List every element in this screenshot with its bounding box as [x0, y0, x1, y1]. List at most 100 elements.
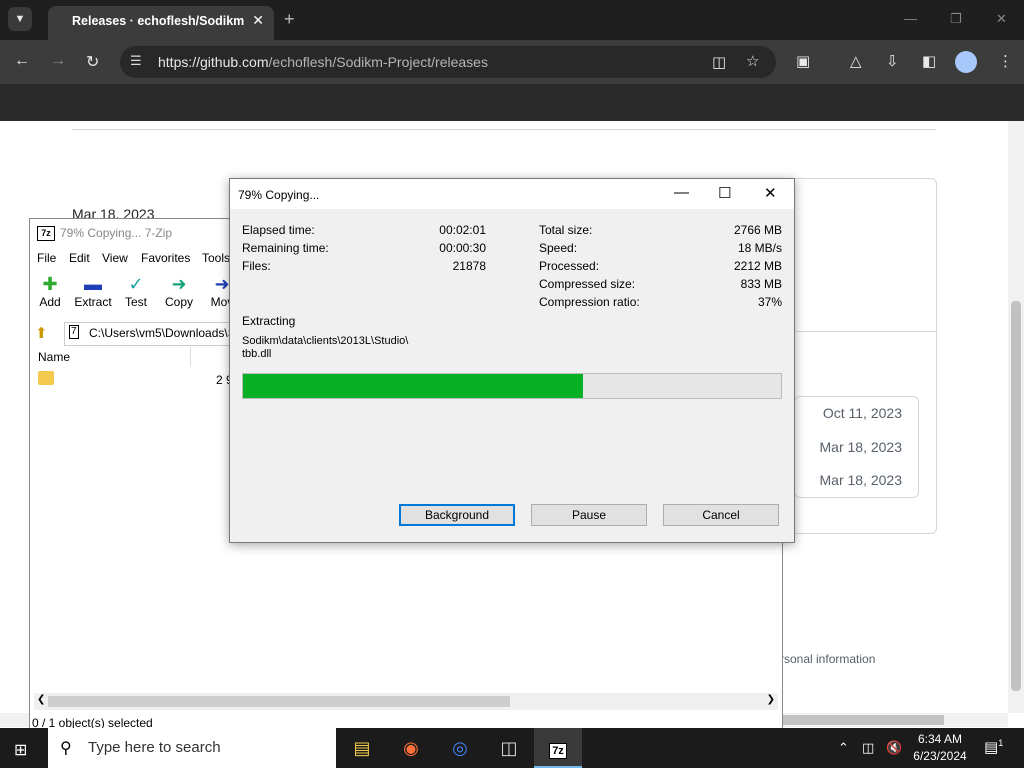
- clock-date: 6/23/2024: [913, 749, 967, 763]
- install-app-icon[interactable]: ◫: [712, 53, 726, 71]
- url-text[interactable]: https://github.com/echoflesh/Sodikm-Proj…: [158, 54, 488, 70]
- add-button[interactable]: ✚ Add: [30, 273, 70, 309]
- column-separator[interactable]: [190, 347, 191, 367]
- restore-icon[interactable]: ❐: [950, 11, 962, 27]
- personal-info-link[interactable]: rsonal information: [780, 652, 875, 666]
- menu-edit[interactable]: Edit: [69, 251, 90, 265]
- scroll-right-icon[interactable]: ❯: [767, 694, 775, 705]
- extract-label: Extract: [74, 295, 112, 309]
- show-hidden-icons-icon[interactable]: ⌃: [838, 740, 849, 756]
- bookmark-star-icon[interactable]: ☆: [746, 52, 759, 70]
- 7zip-scroll-thumb[interactable]: [48, 696, 510, 707]
- menu-tools[interactable]: Tools: [202, 251, 230, 265]
- notification-count: 1: [998, 738, 1004, 748]
- release-date-item[interactable]: Mar 18, 2023: [820, 439, 903, 455]
- dialog-maximize-icon[interactable]: ☐: [718, 184, 731, 202]
- start-windows-icon[interactable]: ⊞: [14, 740, 27, 760]
- url-path: /echoflesh/Sodikm-Project/releases: [268, 54, 488, 70]
- url-host: https://github.com: [158, 54, 269, 70]
- menu-favorites[interactable]: Favorites: [141, 251, 190, 265]
- labs-flask-icon[interactable]: △: [850, 52, 862, 70]
- side-panel-icon[interactable]: ◧: [922, 52, 936, 70]
- total-size-value: 2766 MB: [733, 223, 782, 237]
- extensions-icon[interactable]: ▣: [796, 52, 810, 70]
- release-dates-box: Oct 11, 2023 Mar 18, 2023 Mar 18, 2023: [794, 396, 919, 498]
- copy-button[interactable]: ➜ Copy: [159, 273, 199, 309]
- address-bar[interactable]: ☰ https://github.com/echoflesh/Sodikm-Pr…: [120, 46, 776, 78]
- taskbar-clock[interactable]: 6:34 AM 6/23/2024: [908, 731, 972, 765]
- copy-icon: ➜: [171, 274, 187, 294]
- processed-value: 2212 MB: [733, 259, 782, 273]
- forward-icon[interactable]: →: [50, 52, 66, 70]
- browser-toolbar: ← → ↻ ☰ https://github.com/echoflesh/Sod…: [0, 40, 1024, 84]
- dialog-title-bar[interactable]: 79% Copying... — ☐ ✕: [230, 179, 794, 209]
- background-button[interactable]: Background: [399, 504, 515, 526]
- folder-icon[interactable]: [38, 371, 54, 385]
- network-icon[interactable]: ◫: [862, 740, 874, 756]
- current-file-path: Sodikm\data\clients\2013L\Studio\: [242, 335, 409, 347]
- tab-close-icon[interactable]: ✕: [252, 12, 264, 29]
- card-divider: [781, 331, 936, 332]
- browser-strip: [0, 84, 1024, 121]
- close-window-icon[interactable]: ✕: [996, 11, 1007, 27]
- tab-title: Releases · echoflesh/Sodikm-Project/rele…: [72, 14, 244, 28]
- speed-label: Speed:: [539, 241, 578, 255]
- 7zip-taskbar-icon: 7z: [549, 743, 567, 759]
- dialog-close-icon[interactable]: ✕: [764, 184, 777, 202]
- compression-ratio-label: Compression ratio:: [539, 295, 640, 309]
- name-column-header[interactable]: Name: [38, 350, 70, 364]
- page-vertical-scroll-thumb[interactable]: [1011, 301, 1021, 691]
- taskbar-search-box[interactable]: ⚲ Type here to search: [48, 728, 336, 768]
- release-date-item[interactable]: Oct 11, 2023: [823, 405, 902, 421]
- test-button[interactable]: ✓ Test: [116, 273, 156, 309]
- profile-avatar[interactable]: [955, 51, 977, 73]
- taskbar: ⊞ ⚲ Type here to search ▤ ◉ ◎ ◫ 7z ⌃ ◫ 🔇…: [0, 728, 1024, 768]
- page-horizontal-scroll-thumb[interactable]: [780, 715, 944, 725]
- cancel-button[interactable]: Cancel: [663, 504, 779, 526]
- network-app-icon[interactable]: ◫: [485, 728, 533, 768]
- downloads-icon[interactable]: ⇩: [886, 52, 899, 70]
- page-vertical-scrollbar[interactable]: [1008, 121, 1024, 713]
- release-date-item[interactable]: Mar 18, 2023: [820, 472, 903, 488]
- menu-file[interactable]: File: [37, 251, 56, 265]
- dialog-minimize-icon[interactable]: —: [674, 184, 689, 201]
- copying-dialog: 79% Copying... — ☐ ✕ Elapsed time: 00:02…: [229, 178, 795, 543]
- scroll-left-icon[interactable]: ❮: [37, 694, 45, 705]
- total-size-label: Total size:: [539, 223, 593, 237]
- new-tab-button[interactable]: +: [284, 9, 295, 30]
- compressed-size-value: 833 MB: [740, 277, 782, 291]
- speed-value: 18 MB/s: [737, 241, 782, 255]
- search-icon: ⚲: [60, 740, 72, 757]
- firefox-icon[interactable]: ◉: [387, 728, 435, 768]
- site-info-icon[interactable]: ☰: [130, 53, 142, 69]
- up-folder-icon[interactable]: ⬆: [35, 324, 48, 342]
- extracting-label: Extracting: [242, 314, 296, 328]
- browser-tab-bar: ▼ Releases · echoflesh/Sodikm-Project/re…: [0, 0, 1024, 40]
- menu-view[interactable]: View: [102, 251, 128, 265]
- browser-tab[interactable]: Releases · echoflesh/Sodikm-Project/rele…: [48, 6, 274, 40]
- copy-label: Copy: [164, 295, 193, 309]
- files-label: Files:: [242, 259, 271, 273]
- 7zip-taskbar-app[interactable]: 7z: [534, 728, 582, 768]
- progress-fill: [243, 374, 584, 398]
- 7zip-horizontal-scrollbar[interactable]: ❮ ❯: [34, 693, 778, 710]
- dialog-title: 79% Copying...: [238, 188, 320, 202]
- back-icon[interactable]: ←: [14, 52, 30, 70]
- reload-icon[interactable]: ↻: [86, 52, 99, 72]
- files-value: 21878: [452, 259, 486, 273]
- remaining-time-label: Remaining time:: [242, 241, 329, 255]
- minimize-icon[interactable]: —: [904, 11, 917, 26]
- elapsed-time-value: 00:02:01: [439, 223, 486, 237]
- chrome-icon[interactable]: ◎: [436, 728, 484, 768]
- volume-muted-icon[interactable]: 🔇: [886, 740, 902, 756]
- menu-kebab-icon[interactable]: ⋮: [998, 52, 1013, 70]
- processed-label: Processed:: [539, 259, 600, 273]
- file-explorer-icon[interactable]: ▤: [338, 728, 386, 768]
- tab-search-icon[interactable]: ▼: [8, 7, 32, 31]
- extract-button[interactable]: ▬ Extract: [73, 273, 113, 309]
- elapsed-time-label: Elapsed time:: [242, 223, 315, 237]
- remaining-time-value: 00:00:30: [439, 241, 486, 255]
- pause-button[interactable]: Pause: [531, 504, 647, 526]
- progress-bar: [242, 373, 782, 399]
- notifications-icon[interactable]: ▤1: [984, 738, 1003, 756]
